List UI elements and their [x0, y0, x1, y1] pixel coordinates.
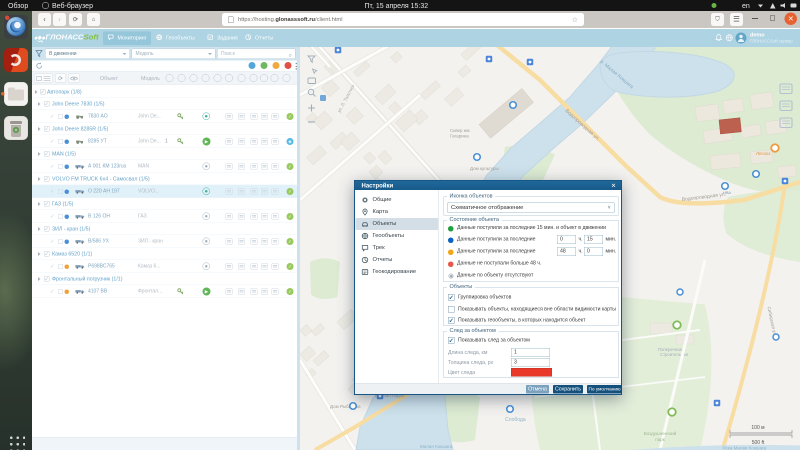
svg-text:Малая Кокшага: Малая Кокшага: [420, 444, 453, 449]
svg-text:Река Малая Кокшага: Река Малая Кокшага: [723, 446, 767, 450]
svg-text:Лесхоз: Лесхоз: [756, 151, 770, 156]
svg-text:100 м: 100 м: [751, 425, 765, 431]
svg-text:Сквер им.: Сквер им.: [450, 128, 471, 133]
svg-text:Гагарина: Гагарина: [450, 134, 469, 139]
svg-text:парк: парк: [655, 437, 664, 442]
svg-text:НВА: НВА: [723, 190, 731, 195]
svg-text:Дом культуры: Дом культуры: [470, 166, 499, 171]
svg-text:Воздушненский: Воздушненский: [644, 430, 677, 436]
svg-text:Слобода: Слобода: [505, 417, 526, 423]
